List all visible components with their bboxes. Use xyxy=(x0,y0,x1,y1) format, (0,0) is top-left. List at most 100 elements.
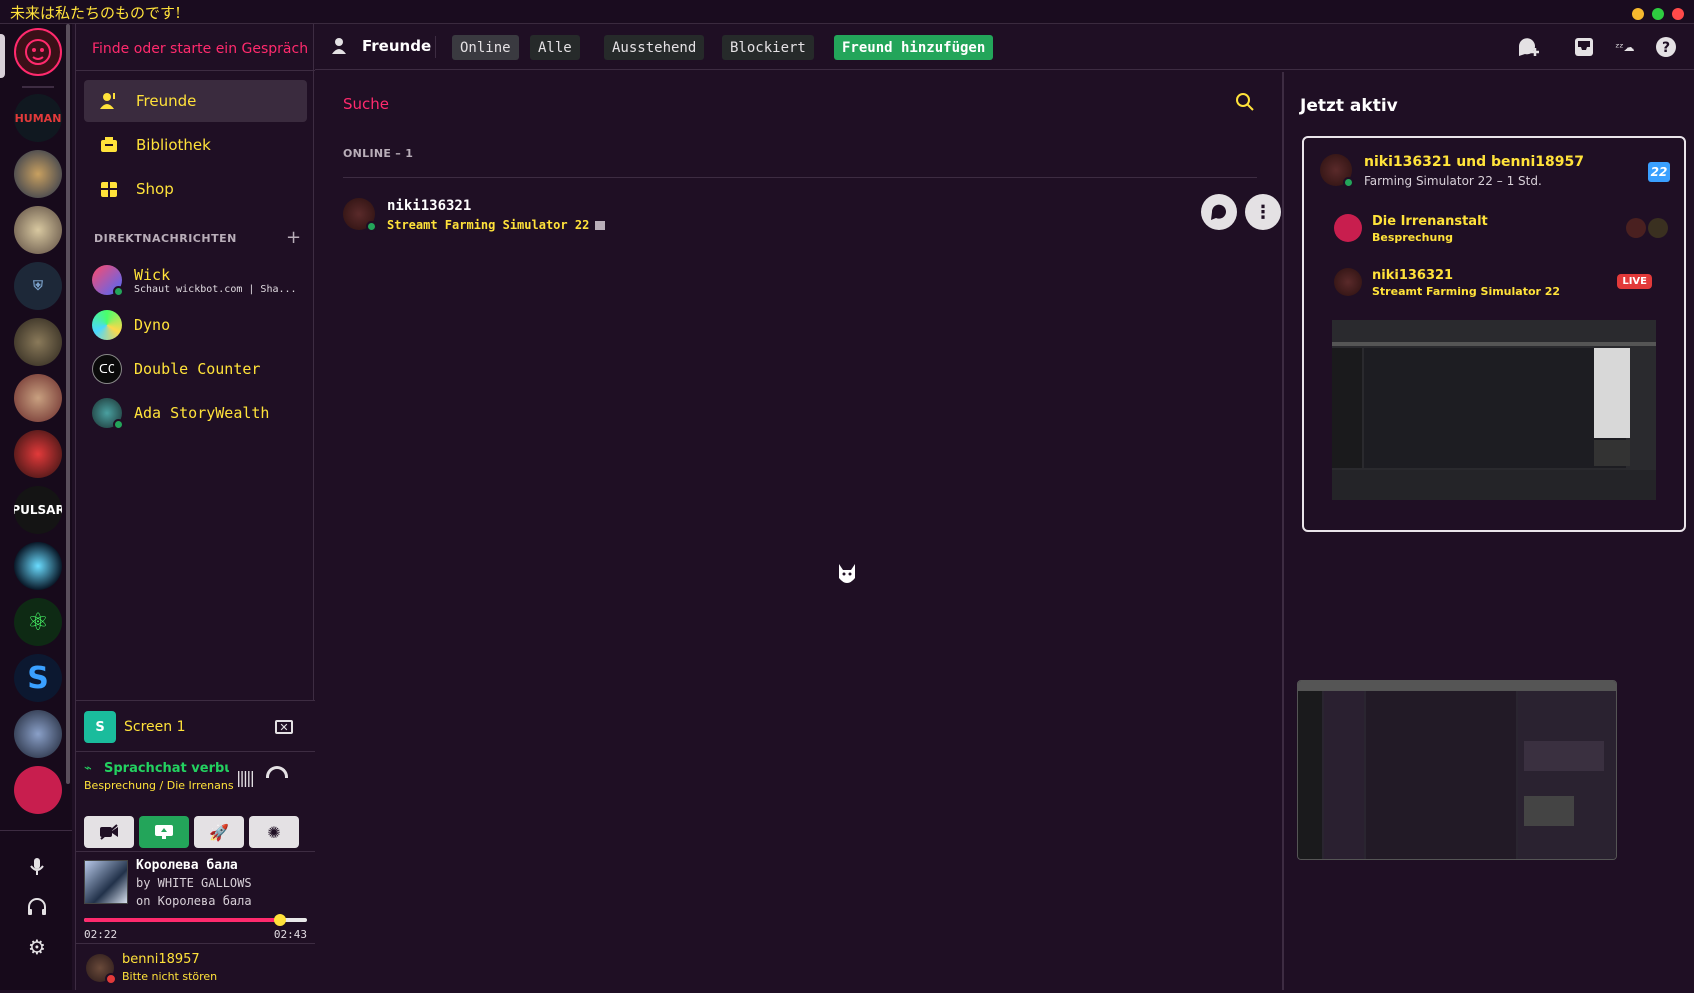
stream-preview-thumbnail[interactable] xyxy=(1332,320,1656,500)
dm-item-dyno[interactable]: Dyno xyxy=(92,305,307,345)
stream-label: Screen 1 xyxy=(124,719,186,735)
dm-item-ada-storywealth[interactable]: Ada StoryWealth xyxy=(92,393,307,433)
friends-toolbar: Freunde Online Alle Ausstehend Blockiert… xyxy=(315,24,1694,70)
window-title: 未来は私たちのものです! xyxy=(10,4,182,22)
voice-channel-avatar xyxy=(1334,214,1362,242)
voice-channel[interactable]: Besprechung / Die Irrenans... xyxy=(84,779,234,792)
friend-name: niki136321 xyxy=(387,198,472,214)
nav-library[interactable]: Bibliothek xyxy=(84,124,307,166)
friends-icon xyxy=(331,36,351,60)
game-badge-icon: 22 xyxy=(1648,162,1670,182)
server-wings-emblem[interactable] xyxy=(14,150,62,198)
title-bar: 未来は私たちのものです! xyxy=(0,0,1694,24)
nav-friends-label: Freunde xyxy=(136,92,197,110)
message-button[interactable] xyxy=(1201,194,1237,230)
server-star-trek[interactable] xyxy=(14,710,62,758)
server-crest[interactable] xyxy=(14,206,62,254)
inbox-icon[interactable] xyxy=(1571,34,1597,60)
add-dm-plus-icon[interactable]: + xyxy=(286,227,301,248)
search-icon xyxy=(1235,92,1255,116)
stream-row-name: niki136321 xyxy=(1372,268,1454,283)
track-progress-knob[interactable] xyxy=(274,914,287,926)
tab-pending[interactable]: Ausstehend xyxy=(604,35,705,60)
maximize-button[interactable] xyxy=(1652,8,1664,20)
dm-header: DIREKTNACHRICHTEN xyxy=(94,232,237,245)
server-once-human[interactable]: HUMAN xyxy=(14,94,62,142)
activities-rocket-button[interactable]: 🚀 xyxy=(194,816,244,848)
new-group-dm-icon[interactable] xyxy=(1516,34,1542,60)
server-scrollbar[interactable] xyxy=(66,24,70,784)
tab-online[interactable]: Online xyxy=(452,35,519,60)
nav-library-label: Bibliothek xyxy=(136,136,211,154)
avatar xyxy=(86,954,117,985)
server-santa[interactable] xyxy=(14,374,62,422)
avatar xyxy=(92,265,124,297)
dm-name: Ada StoryWealth xyxy=(134,404,270,422)
help-icon[interactable]: ? xyxy=(1653,34,1679,60)
dm-name: Dyno xyxy=(134,316,171,334)
server-red[interactable] xyxy=(14,766,62,814)
camera-off-button[interactable] xyxy=(84,816,134,848)
activity-game-duration: Farming Simulator 22 – 1 Std. xyxy=(1364,174,1542,188)
voice-row-name: Die Irrenanstalt xyxy=(1372,214,1488,229)
user-panel: S Screen 1 ✕ ⌁ Sprachchat verbunden Besp… xyxy=(76,700,315,990)
headphones-icon[interactable] xyxy=(24,894,50,920)
dm-item-wick[interactable]: Wick Schaut wickbot.com | Sha... xyxy=(92,260,307,300)
server-red-mask[interactable] xyxy=(14,430,62,478)
track-album: on Королева бала xyxy=(136,894,252,908)
stream-avatar: S xyxy=(84,711,116,743)
find-conversation-input[interactable]: Finde oder starte ein Gespräch xyxy=(92,41,308,57)
sleep-cloud-icon[interactable]: ᶻᶻ☁ xyxy=(1612,34,1638,60)
server-soldier[interactable] xyxy=(14,318,62,366)
track-total: 02:43 xyxy=(273,928,307,941)
server-shield[interactable]: ⛨ xyxy=(14,262,62,310)
friend-row[interactable]: niki136321 Streamt Farming Simulator 22 … xyxy=(343,186,1281,242)
stop-stream-icon[interactable]: ✕ xyxy=(275,720,293,734)
server-atom[interactable]: ⚛ xyxy=(14,598,62,646)
stream-preview-row[interactable]: S Screen 1 ✕ xyxy=(84,709,307,745)
settings-gear-icon[interactable]: ⚙ xyxy=(24,934,50,960)
current-user[interactable]: benni18957 Bitte nicht stören xyxy=(76,943,315,993)
screen-share-button[interactable] xyxy=(139,816,189,848)
screen-icon xyxy=(595,220,606,230)
avatar xyxy=(92,398,124,430)
nav-shop[interactable]: Shop xyxy=(84,168,307,210)
participant-avatar xyxy=(1648,218,1668,238)
nav-shop-label: Shop xyxy=(136,180,174,198)
close-button[interactable] xyxy=(1672,8,1684,20)
friends-main: Freunde Online Alle Ausstehend Blockiert… xyxy=(315,24,1694,990)
dm-name: Double Counter xyxy=(134,360,261,378)
add-friend-button[interactable]: Freund hinzufügen xyxy=(834,35,994,60)
server-rail: HUMAN ⛨ PULSAR ⚛ S ⚙ xyxy=(0,24,72,990)
server-s-logo[interactable]: S xyxy=(14,654,62,702)
nav-friends[interactable]: Freunde xyxy=(84,80,307,122)
server-pulsar[interactable]: PULSAR xyxy=(14,486,62,534)
minimize-button[interactable] xyxy=(1632,8,1644,20)
active-now-card[interactable]: niki136321 und benni18957 Farming Simula… xyxy=(1302,136,1686,532)
avatar xyxy=(1334,268,1362,296)
online-status-dot xyxy=(1343,177,1354,188)
username: benni18957 xyxy=(122,952,200,967)
server-planet[interactable] xyxy=(14,542,62,590)
friends-search-input[interactable]: Suche xyxy=(329,84,1269,124)
soundboard-button[interactable]: ✺ xyxy=(249,816,299,848)
home-server-icon[interactable] xyxy=(14,28,62,76)
voice-status: Sprachchat verbunden xyxy=(104,761,229,776)
noise-suppression-icon[interactable]: ||||| xyxy=(236,768,255,787)
tab-blocked[interactable]: Blockiert xyxy=(722,35,814,60)
search-placeholder: Suche xyxy=(343,95,390,113)
online-status-dot xyxy=(113,286,124,297)
tab-all[interactable]: Alle xyxy=(530,35,580,60)
dm-sidebar: Finde oder starte ein Gespräch Freunde B… xyxy=(75,24,315,990)
dm-item-double-counter[interactable]: ᑕC Double Counter xyxy=(92,349,307,389)
track-progress-bar[interactable] xyxy=(84,914,307,926)
svg-text:?: ? xyxy=(1662,40,1670,56)
shop-icon xyxy=(98,178,120,200)
floating-stream-preview[interactable] xyxy=(1297,680,1617,860)
avatar xyxy=(343,198,377,232)
disconnect-icon[interactable] xyxy=(266,766,288,778)
more-options-button[interactable]: ⋮ xyxy=(1245,194,1281,230)
now-playing-widget: Королева бала by WHITE GALLOWS on Короле… xyxy=(76,851,315,943)
dnd-status-dot xyxy=(105,973,117,985)
microphone-icon[interactable] xyxy=(24,854,50,880)
